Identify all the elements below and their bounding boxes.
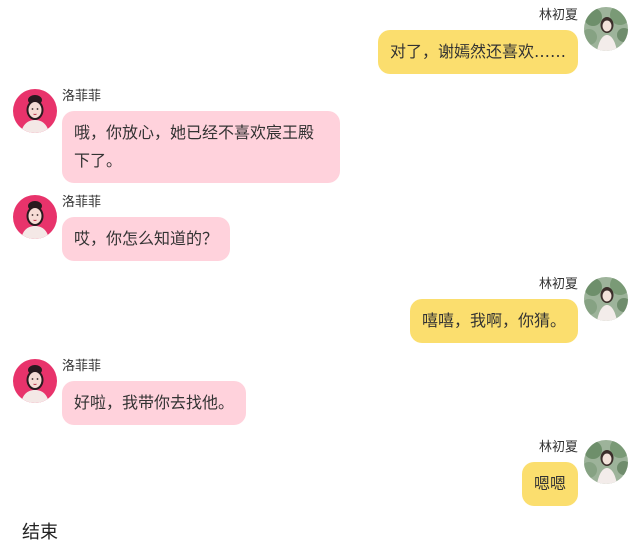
sender-name: 洛菲菲 xyxy=(62,359,102,374)
message-bubble[interactable]: 哎，你怎么知道的？ xyxy=(62,217,231,261)
sender-name: 林初夏 xyxy=(538,8,578,23)
green-garden-girl-avatar-icon[interactable] xyxy=(584,277,628,321)
pink-background-girl-avatar-icon[interactable] xyxy=(13,89,57,133)
sender-name: 林初夏 xyxy=(538,277,578,292)
chat-area: 林初夏 对了，谢嫣然还喜欢…… 洛菲菲 哦，你放心，她已经不喜欢宸王殿下了。 洛… xyxy=(0,0,640,556)
green-garden-girl-avatar-icon[interactable] xyxy=(584,7,628,51)
green-garden-girl-avatar-icon[interactable] xyxy=(584,440,628,484)
message-bubble[interactable]: 哦，你放心，她已经不喜欢宸王殿下了。 xyxy=(62,111,340,183)
sender-name: 洛菲菲 xyxy=(62,195,102,210)
sender-name: 洛菲菲 xyxy=(62,89,102,104)
message-bubble[interactable]: 好啦，我带你去找他。 xyxy=(62,381,247,425)
pink-background-girl-avatar-icon[interactable] xyxy=(13,359,57,403)
sender-name: 林初夏 xyxy=(538,440,578,455)
pink-background-girl-avatar-icon[interactable] xyxy=(13,195,57,239)
message-bubble[interactable]: 对了，谢嫣然还喜欢…… xyxy=(377,30,578,74)
message-bubble[interactable]: 嗯嗯 xyxy=(521,462,578,506)
message-bubble[interactable]: 嘻嘻，我啊，你猜。 xyxy=(409,299,578,343)
ending-text: 结束 xyxy=(22,522,58,543)
